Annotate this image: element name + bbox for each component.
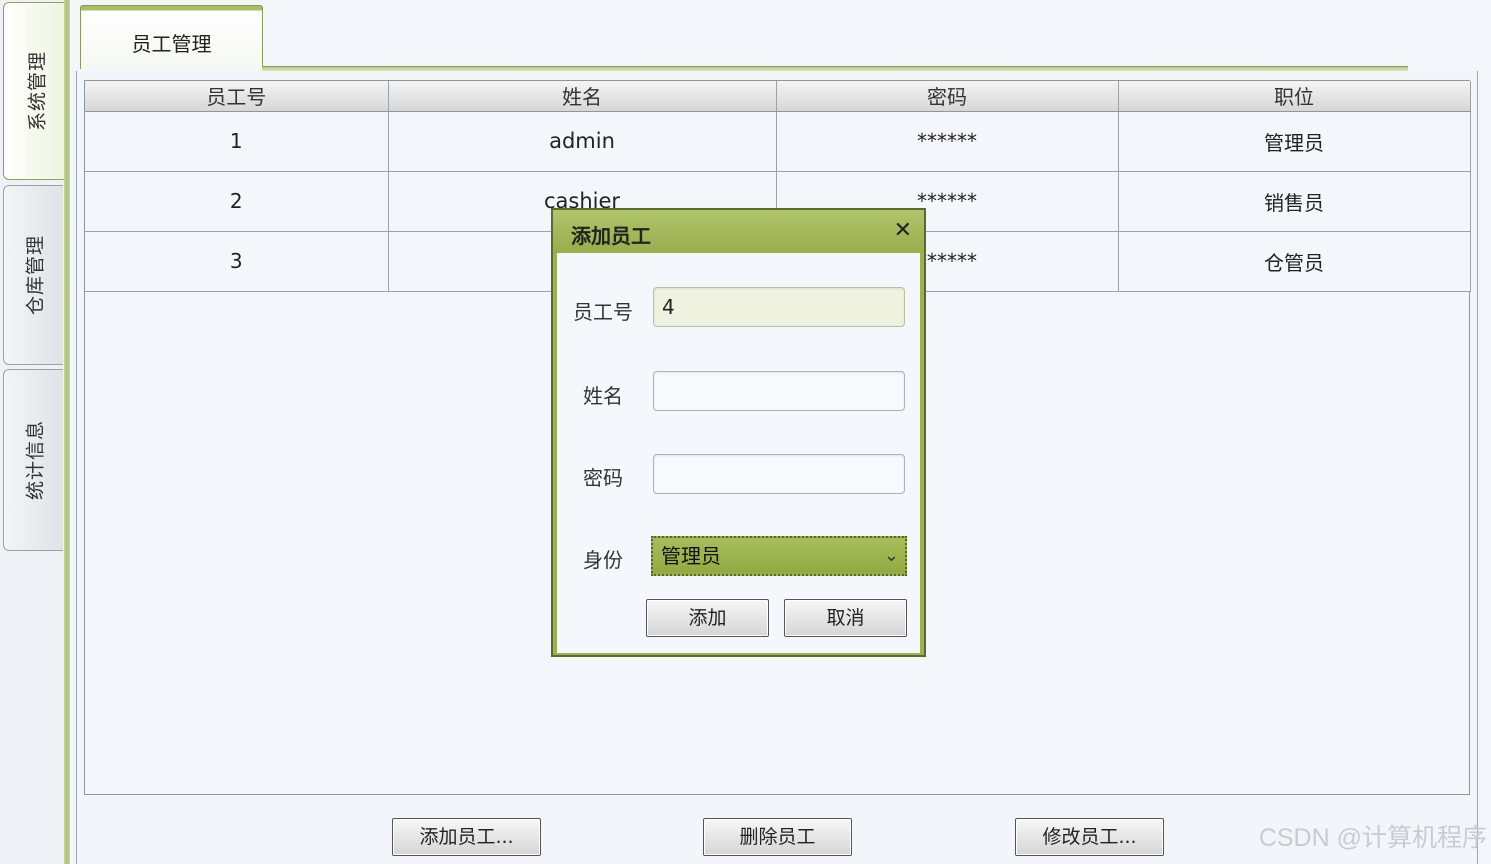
side-tab-system[interactable]: 系统管理	[3, 2, 67, 180]
tab-employee-management[interactable]: 员工管理	[80, 5, 263, 69]
column-header-name[interactable]: 姓名	[388, 81, 777, 112]
cell-position: 管理员	[1118, 111, 1471, 172]
cell-password: ******	[776, 111, 1119, 172]
cell-position: 仓管员	[1118, 231, 1471, 292]
side-tab-statistics[interactable]: 统计信息	[3, 369, 63, 551]
dialog-body: 员工号 4 姓名 密码 身份 管理员 ⌄ 添加 取消	[557, 253, 920, 653]
add-employee-dialog: 添加员工 ✕ 员工号 4 姓名 密码 身份 管理员 ⌄ 添加 取消	[551, 208, 926, 657]
side-tab-system-label: 系统管理	[26, 50, 48, 132]
side-tab-rail	[64, 0, 70, 864]
role-select[interactable]: 管理员 ⌄	[651, 536, 907, 576]
dialog-title: 添加员工	[571, 224, 651, 248]
cell-id: 2	[85, 171, 389, 232]
table-header-row: 员工号 姓名 密码 职位	[85, 81, 1471, 112]
employee-id-input[interactable]: 4	[653, 287, 905, 327]
confirm-add-button[interactable]: 添加	[646, 599, 769, 637]
cell-name: admin	[388, 111, 777, 172]
tab-employee-management-label: 员工管理	[131, 32, 212, 56]
side-tab-warehouse[interactable]: 仓库管理	[3, 185, 63, 365]
cell-id: 3	[85, 231, 389, 292]
side-tab-statistics-label: 统计信息	[24, 419, 46, 501]
employee-id-label: 员工号	[573, 300, 633, 324]
edit-employee-button[interactable]: 修改员工...	[1015, 818, 1164, 856]
close-icon[interactable]: ✕	[894, 218, 912, 243]
chevron-down-icon: ⌄	[883, 545, 899, 566]
column-header-id[interactable]: 员工号	[85, 81, 389, 112]
column-header-position[interactable]: 职位	[1118, 81, 1471, 112]
tab-strip-divider	[262, 66, 1408, 71]
add-employee-button[interactable]: 添加员工...	[392, 818, 541, 856]
cell-position: 销售员	[1118, 171, 1471, 232]
role-select-value: 管理员	[661, 544, 721, 568]
side-tab-bar: 系统管理 仓库管理 统计信息	[0, 0, 70, 864]
table-row[interactable]: 1 admin ****** 管理员	[85, 111, 1471, 172]
watermark: CSDN @计算机程序	[1258, 824, 1487, 852]
password-input[interactable]	[653, 454, 905, 494]
dialog-title-bar[interactable]: 添加员工 ✕	[553, 210, 924, 253]
delete-employee-button[interactable]: 删除员工	[703, 818, 852, 856]
cancel-button[interactable]: 取消	[784, 599, 907, 637]
role-label: 身份	[583, 548, 623, 572]
main-tab-strip: 员工管理	[70, 0, 1491, 72]
cell-id: 1	[85, 111, 389, 172]
password-label: 密码	[583, 466, 623, 490]
column-header-password[interactable]: 密码	[776, 81, 1119, 112]
name-input[interactable]	[653, 371, 905, 411]
name-label: 姓名	[583, 384, 623, 408]
side-tab-warehouse-label: 仓库管理	[24, 234, 46, 316]
